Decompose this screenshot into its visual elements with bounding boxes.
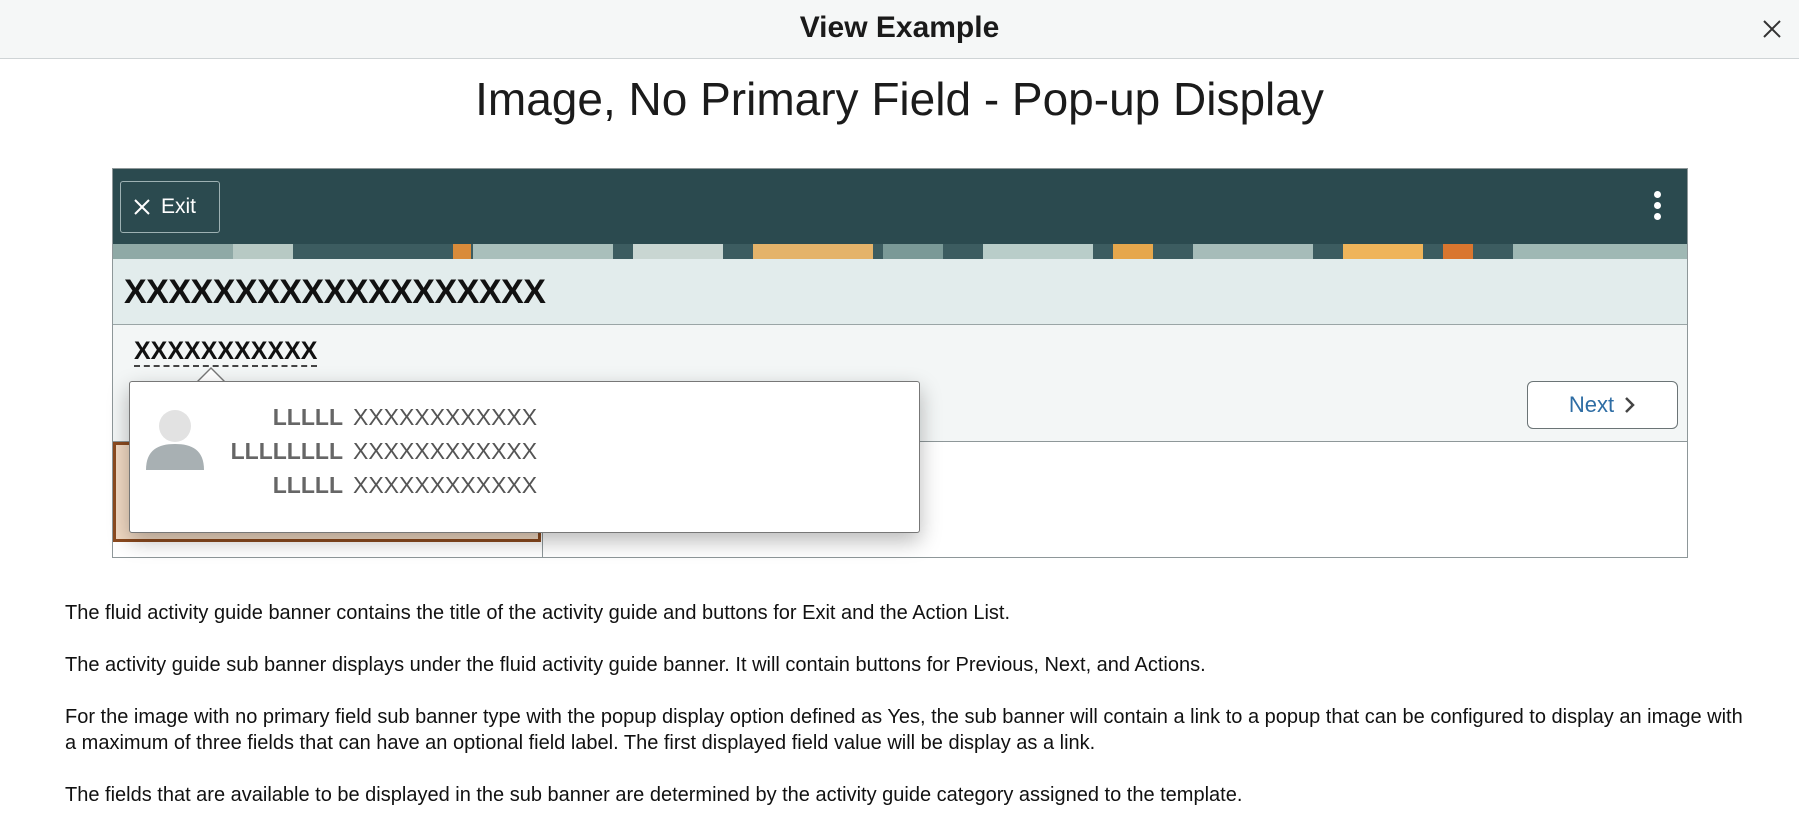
popup-link[interactable]: XXXXXXXXXXX (134, 337, 318, 367)
field-value: XXXXXXXXXXXX (353, 403, 538, 430)
activity-guide-banner: Exit (113, 169, 1687, 259)
exit-label: Exit (161, 195, 197, 218)
popup-fields: LLLLL XXXXXXXXXXXX LLLLLLLL XXXXXXXXXXXX… (225, 400, 538, 502)
field-value: XXXXXXXXXXXX (353, 471, 538, 498)
kebab-menu-icon (1653, 191, 1661, 198)
next-button[interactable]: Next (1527, 381, 1678, 429)
close-button[interactable] (1755, 12, 1789, 46)
dialog-title: View Example (799, 11, 1000, 44)
dialog-header: View Example (0, 0, 1799, 59)
chevron-right-icon (1625, 397, 1635, 413)
description-paragraph: The fields that are available to be disp… (65, 784, 1243, 806)
next-label: Next (1568, 392, 1615, 417)
person-avatar-icon (146, 410, 204, 470)
close-icon (1763, 20, 1781, 38)
field-label: LLLLL (272, 471, 343, 498)
exit-button[interactable]: Exit (120, 181, 220, 233)
actions-menu-button[interactable] (1651, 191, 1663, 223)
description-paragraph: The fluid activity guide banner contains… (65, 602, 1011, 624)
field-label: LLLLL (272, 403, 343, 430)
title-band: XXXXXXXXXXXXXXXXXXX (113, 259, 1687, 325)
activity-guide-title: XXXXXXXXXXXXXXXXXXX (124, 273, 546, 311)
close-icon (134, 199, 150, 215)
popup-field-row: LLLLL XXXXXXXXXXXX (225, 400, 537, 434)
popup-field-row: LLLLL XXXXXXXXXXXX (225, 468, 537, 502)
page-heading: Image, No Primary Field - Pop-up Display (475, 73, 1324, 125)
description-paragraph: For the image with no primary field sub … (65, 706, 1743, 754)
banner-artwork (113, 244, 1687, 259)
popup-panel: LLLLL XXXXXXXXXXXX LLLLLLLL XXXXXXXXXXXX… (129, 381, 920, 533)
field-value: XXXXXXXXXXXX (353, 437, 538, 464)
field-label: LLLLLLLL (230, 437, 343, 464)
popup-field-row: LLLLLLLL XXXXXXXXXXXX (225, 434, 538, 468)
description-paragraph: The activity guide sub banner displays u… (65, 654, 1206, 676)
